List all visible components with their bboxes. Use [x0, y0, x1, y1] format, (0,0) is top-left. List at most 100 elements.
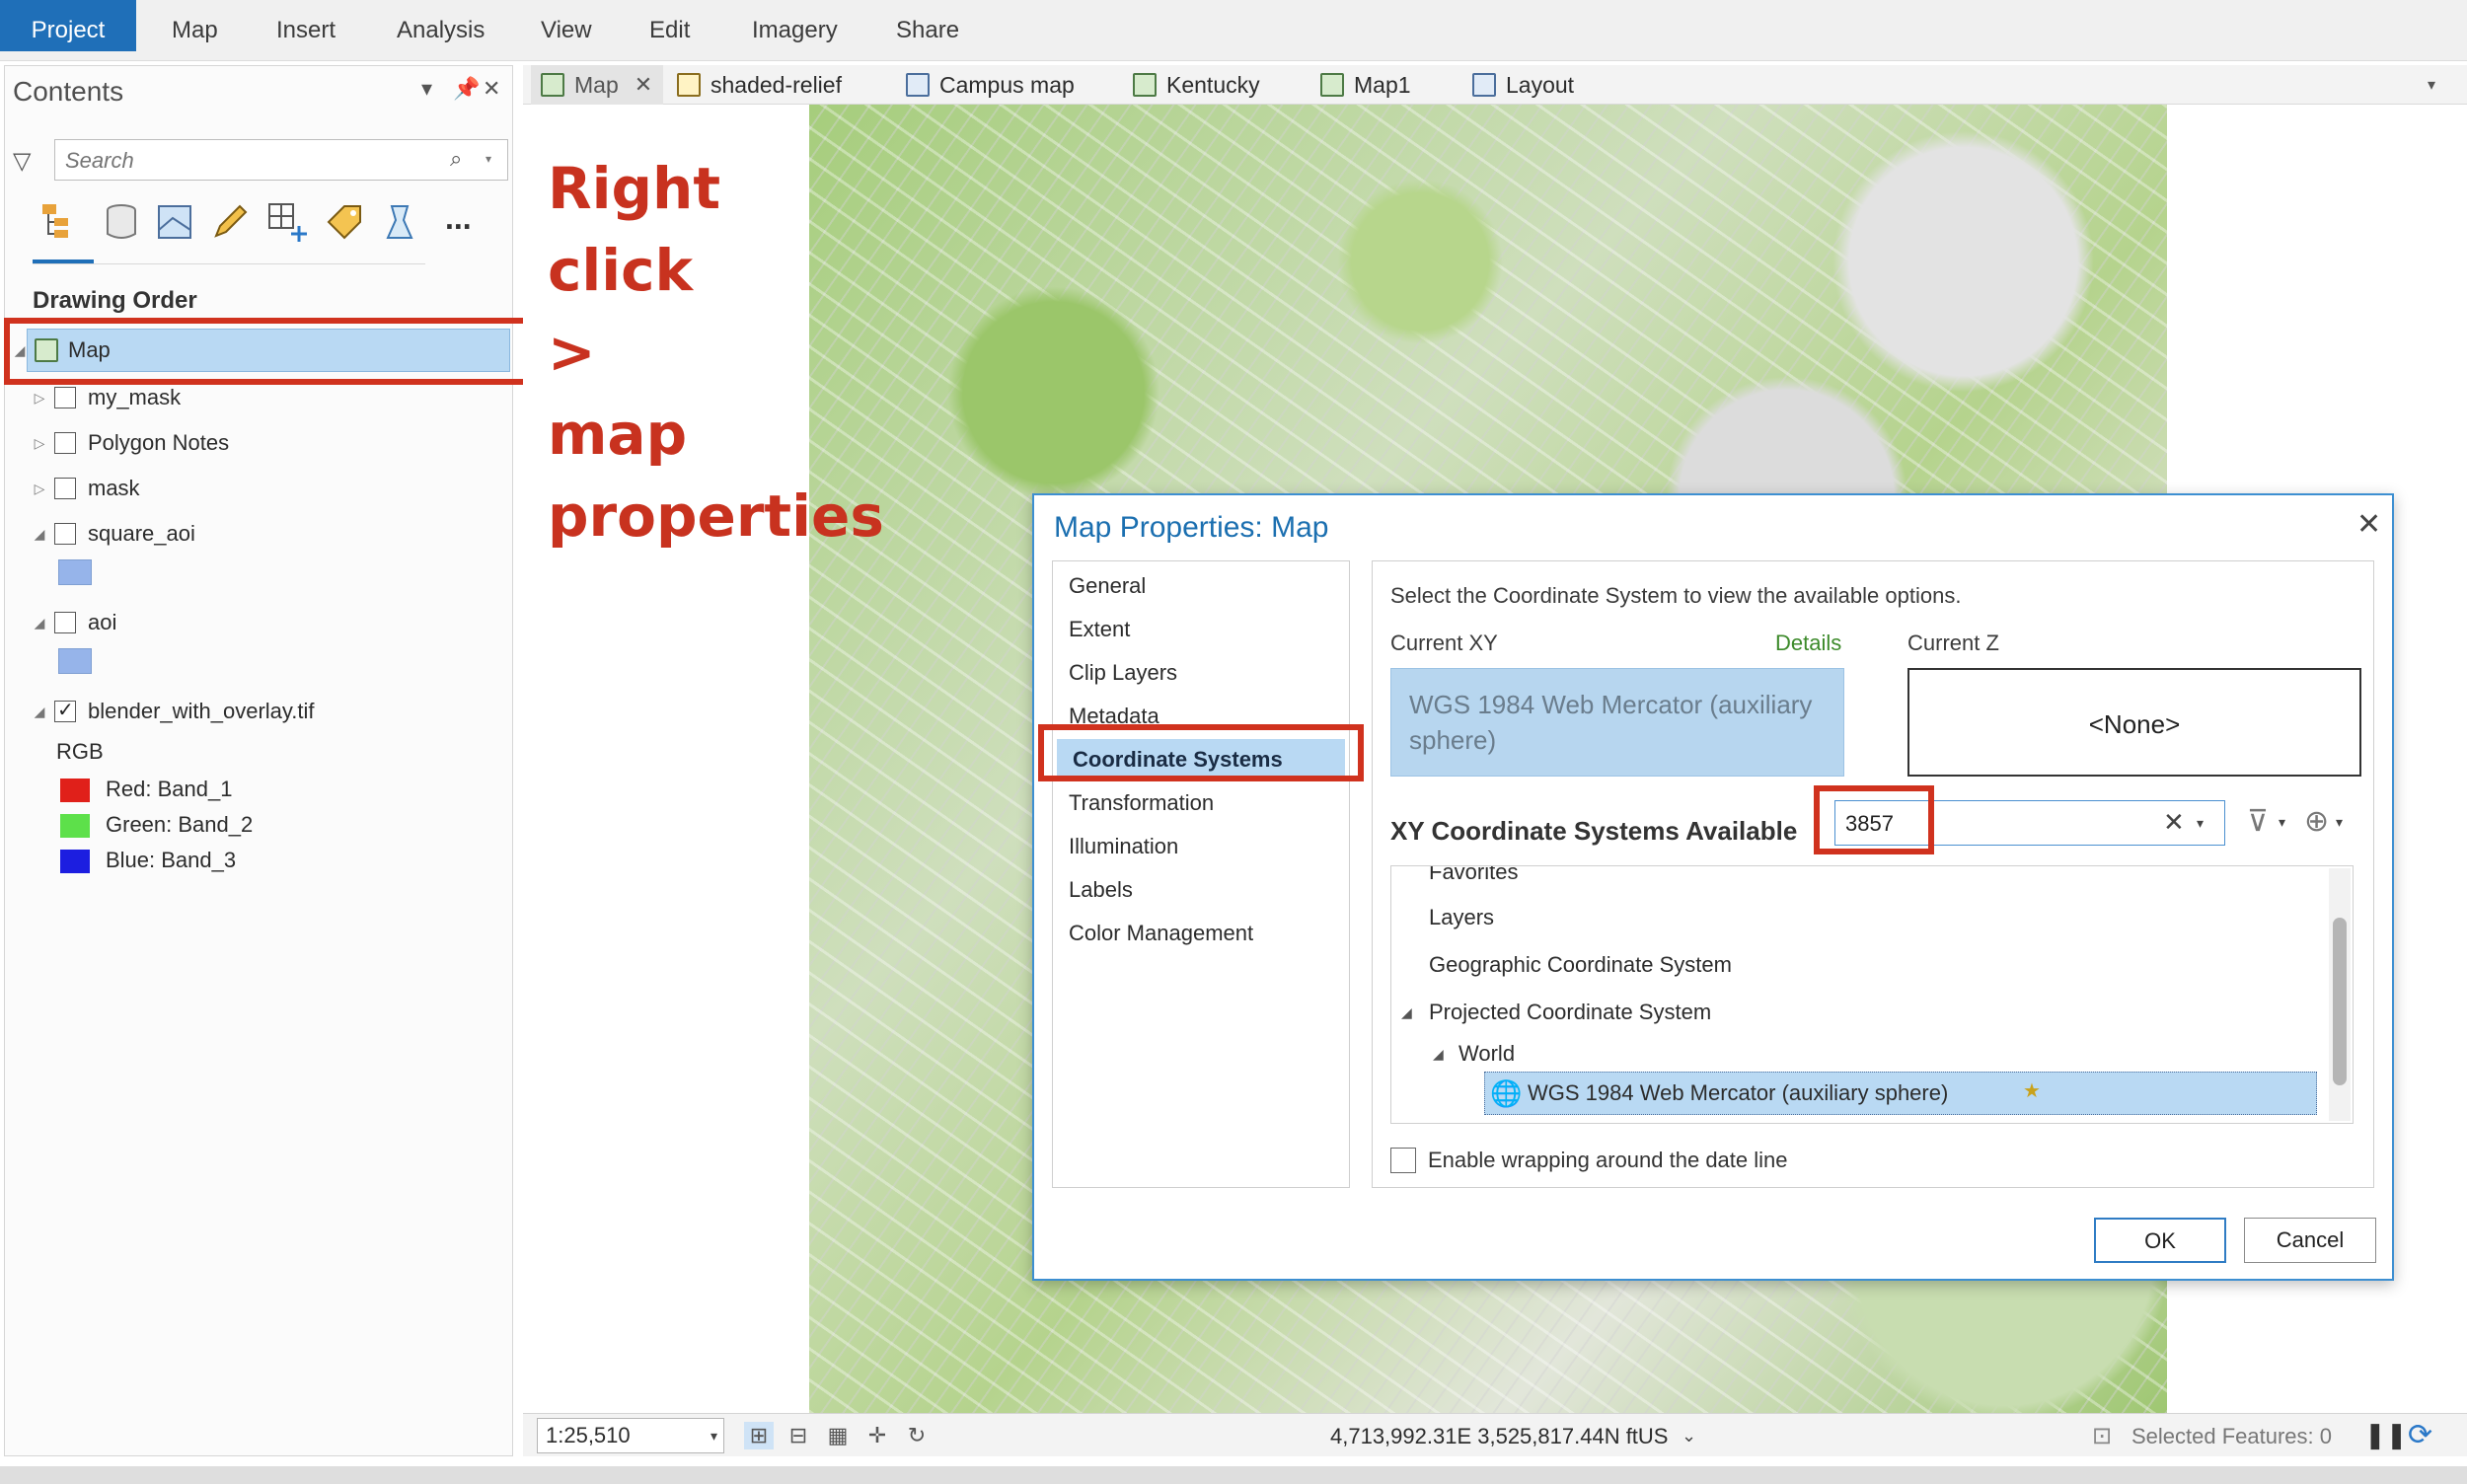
filter-coordinate-systems-icon[interactable]: ⊽: [2247, 804, 2269, 839]
nav-illumination[interactable]: Illumination: [1053, 826, 1349, 867]
coordinate-format-dropdown-icon[interactable]: ⌄: [1682, 1426, 1696, 1447]
ribbon-tab-project[interactable]: Project: [0, 0, 136, 51]
nav-color-management[interactable]: Color Management: [1053, 913, 1349, 954]
favorite-star-icon[interactable]: ★: [2023, 1072, 2041, 1111]
expand-icon[interactable]: ▷: [31, 481, 48, 497]
close-icon[interactable]: ✕: [2356, 507, 2381, 542]
layer-my-mask[interactable]: ▷ my_mask: [31, 380, 182, 415]
visibility-checkbox[interactable]: [54, 432, 76, 454]
annotation-line: Right: [548, 155, 721, 222]
pane-menu-icon[interactable]: ▾: [421, 76, 432, 102]
green-band-swatch[interactable]: [60, 814, 90, 838]
tab-map1[interactable]: Map1: [1320, 65, 1411, 105]
scale-dropdown-icon[interactable]: ▾: [710, 1419, 717, 1452]
ribbon-tab-analysis[interactable]: Analysis: [371, 0, 510, 51]
nav-general[interactable]: General: [1053, 565, 1349, 607]
cancel-button[interactable]: Cancel: [2244, 1218, 2376, 1263]
tab-map[interactable]: Map ✕: [531, 65, 663, 105]
tab-list-dropdown-icon[interactable]: ▾: [2428, 75, 2435, 95]
tree-item-geographic[interactable]: Geographic Coordinate System: [1429, 945, 1732, 985]
scrollbar-thumb[interactable]: [2333, 918, 2347, 1085]
visibility-checkbox[interactable]: [54, 478, 76, 499]
snapping-icon[interactable]: ✛: [862, 1422, 892, 1449]
ribbon-tab-view[interactable]: View: [515, 0, 618, 51]
pause-drawing-icon[interactable]: ❚❚: [2364, 1420, 2408, 1450]
layer-aoi[interactable]: ◢ aoi: [31, 605, 117, 640]
ribbon-tab-insert[interactable]: Insert: [251, 0, 361, 51]
more-options-icon[interactable]: ...: [445, 200, 472, 237]
collapse-icon[interactable]: ◢: [31, 615, 48, 631]
tab-layout[interactable]: Layout: [1472, 65, 1574, 105]
layer-square-aoi[interactable]: ◢ square_aoi: [31, 516, 195, 552]
nav-transformation[interactable]: Transformation: [1053, 782, 1349, 824]
add-dropdown-icon[interactable]: ▾: [2336, 814, 2343, 831]
tree-item-projected[interactable]: Projected Coordinate System: [1429, 993, 1711, 1032]
dialog-nav: General Extent Clip Layers Metadata Coor…: [1052, 560, 1350, 1188]
layer-mask[interactable]: ▷ mask: [31, 471, 140, 506]
filter-dropdown-icon[interactable]: ▾: [2279, 814, 2285, 831]
tree-item-world[interactable]: World: [1458, 1034, 1515, 1074]
add-coordinate-system-icon[interactable]: ⊕: [2304, 804, 2329, 839]
blue-band-swatch[interactable]: [60, 850, 90, 873]
grid-icon[interactable]: ▦: [823, 1422, 853, 1449]
ok-button[interactable]: OK: [2094, 1218, 2226, 1263]
fixed-scale-icon[interactable]: ⊞: [744, 1422, 774, 1449]
grid-snap-icon[interactable]: ⊟: [784, 1422, 813, 1449]
list-by-source-icon[interactable]: [100, 200, 143, 244]
refresh-icon[interactable]: ⟳: [2408, 1418, 2432, 1452]
close-tab-icon[interactable]: ✕: [635, 72, 652, 98]
layer-blender-with-overlay[interactable]: ◢ blender_with_overlay.tif: [31, 694, 315, 729]
collapse-icon[interactable]: ◢: [1433, 1034, 1444, 1074]
list-by-selection-icon[interactable]: [153, 200, 196, 244]
ribbon-tab-edit[interactable]: Edit: [624, 0, 715, 51]
list-by-snapping-icon[interactable]: [265, 200, 309, 244]
contents-search-input[interactable]: [65, 148, 440, 174]
tree-scrollbar[interactable]: [2329, 868, 2351, 1121]
ribbon-tab-map[interactable]: Map: [146, 0, 244, 51]
ribbon-tab-imagery[interactable]: Imagery: [726, 0, 863, 51]
details-link[interactable]: Details: [1775, 631, 1841, 656]
filter-icon[interactable]: ▽: [13, 147, 31, 176]
symbol-swatch[interactable]: [58, 648, 92, 674]
current-xy-box[interactable]: WGS 1984 Web Mercator (auxiliary sphere): [1390, 668, 1844, 777]
visibility-checkbox[interactable]: [54, 612, 76, 633]
expand-icon[interactable]: ▷: [31, 435, 48, 452]
tab-campus-map[interactable]: Campus map: [906, 65, 1075, 105]
list-by-labeling-icon[interactable]: [323, 200, 366, 244]
map-scale-selector[interactable]: 1:25,510 ▾: [537, 1418, 724, 1453]
search-dropdown-icon[interactable]: ▾: [2197, 815, 2204, 832]
list-by-perspective-imagery-icon[interactable]: [378, 200, 421, 244]
tree-item-layers[interactable]: Layers: [1429, 898, 1494, 937]
nav-extent[interactable]: Extent: [1053, 609, 1349, 650]
collapse-icon[interactable]: ◢: [31, 704, 48, 720]
ribbon-tab-share[interactable]: Share: [870, 0, 985, 51]
tab-shaded-relief[interactable]: shaded-relief: [677, 65, 842, 105]
clear-search-icon[interactable]: ✕: [2163, 807, 2185, 838]
visibility-checkbox[interactable]: [54, 523, 76, 545]
search-options-icon[interactable]: ▾: [486, 152, 491, 166]
visibility-checkbox[interactable]: [54, 698, 76, 722]
close-pane-icon[interactable]: ✕: [483, 76, 500, 102]
current-z-box[interactable]: <None>: [1907, 668, 2361, 777]
nav-labels[interactable]: Labels: [1053, 869, 1349, 911]
collapse-icon[interactable]: ◢: [1401, 993, 1412, 1032]
expand-icon[interactable]: ▷: [31, 390, 48, 407]
tree-item-favorites[interactable]: Favorites: [1429, 866, 1518, 892]
tree-item-web-mercator[interactable]: WGS 1984 Web Mercator (auxiliary sphere): [1528, 1074, 1948, 1113]
collapse-icon[interactable]: ◢: [31, 526, 48, 543]
map-icon: [1320, 73, 1344, 97]
layer-polygon-notes[interactable]: ▷ Polygon Notes: [31, 425, 229, 461]
visibility-checkbox[interactable]: [54, 387, 76, 408]
map-icon: [1133, 73, 1157, 97]
list-by-drawing-order-icon[interactable]: [38, 200, 82, 244]
rotate-north-icon[interactable]: ↻: [902, 1422, 932, 1449]
red-band-swatch[interactable]: [60, 779, 90, 802]
list-by-editing-icon[interactable]: [208, 200, 252, 244]
tab-kentucky[interactable]: Kentucky: [1133, 65, 1260, 105]
wrap-dateline-checkbox[interactable]: [1390, 1148, 1416, 1173]
symbol-swatch[interactable]: [58, 559, 92, 585]
search-icon[interactable]: ⌕: [450, 146, 462, 172]
current-xy-value: WGS 1984 Web Mercator (auxiliary sphere): [1409, 690, 1813, 755]
pin-icon[interactable]: 📌: [453, 76, 480, 102]
nav-clip-layers[interactable]: Clip Layers: [1053, 652, 1349, 694]
